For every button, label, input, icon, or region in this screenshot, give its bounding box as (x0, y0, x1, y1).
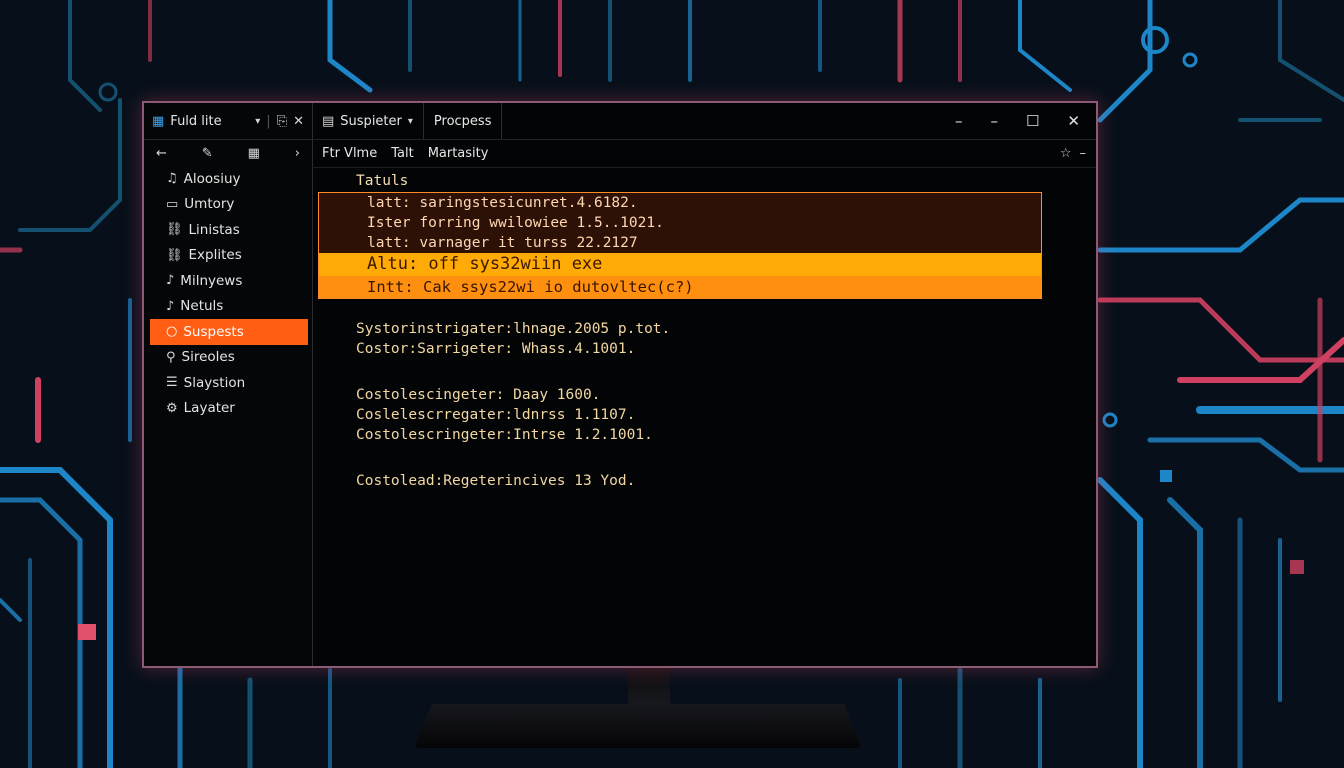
edit-icon[interactable]: ✎ (202, 146, 213, 161)
link-icon: ⛓ (166, 247, 183, 263)
alert-line[interactable]: Ister forring wwilowiee 1.5..1021. (319, 213, 1041, 233)
tab-label: Suspieter (340, 113, 402, 129)
tab-suspieter[interactable]: ▤ Suspieter ▾ (312, 103, 424, 139)
sidebar-nav: ← ✎ ▦ › (144, 140, 312, 166)
document-icon: ▤ (322, 113, 335, 129)
sidebar-item-slaystion[interactable]: ☰ Slaystion (144, 370, 312, 396)
sidebar-item-label: Umtory (184, 196, 235, 213)
log-line[interactable]: Costolead:Regeterincives 13 Yod. (356, 471, 1096, 491)
chevron-down-icon[interactable]: ▾ (408, 116, 413, 127)
music-note-icon: ♪ (166, 273, 175, 289)
divider: | (266, 113, 271, 129)
sidebar-item-sireoles[interactable]: ⚲ Sireoles (144, 345, 312, 371)
sidebar-item-suspests[interactable]: ○ Suspests (150, 319, 308, 345)
back-arrow-icon[interactable]: ← (156, 146, 167, 161)
maximize-icon[interactable]: ☐ (1026, 112, 1039, 130)
sidebar-item-label: Layater (183, 400, 235, 417)
chevron-down-icon[interactable]: ▾ (255, 116, 260, 127)
alert-box: latt: saringstesicunret.4.6182. Ister fo… (318, 192, 1042, 299)
sidebar-item-label: Linistas (188, 221, 240, 238)
app-window: ▦ Fuld lite ▾ | ⎘ ✕ ← ✎ ▦ › ♫ Aloosiuy ▭… (142, 101, 1098, 668)
monitor-stand (414, 704, 862, 748)
log-line[interactable]: Coslelescrregater:ldnrss 1.1107. (356, 405, 1096, 425)
tab-label: Procpess (433, 113, 492, 129)
sidebar-item-explites[interactable]: ⛓ Explites (144, 243, 312, 269)
circle-icon: ○ (166, 324, 178, 340)
highlighted-line[interactable]: Intt: Cak ssys22wi io dutovltec(c?) (319, 276, 1041, 298)
toolbar-item-talt[interactable]: Talt (391, 146, 413, 161)
star-icon[interactable]: ☆ (1060, 146, 1072, 161)
sidebar-item-aloosiuy[interactable]: ♫ Aloosiuy (144, 166, 312, 192)
main-panel: ▤ Suspieter ▾ Procpess – – ☐ ✕ Ftr Vlme … (312, 103, 1096, 666)
sidebar-item-label: Suspests (183, 323, 244, 340)
search-icon: ⚲ (166, 349, 176, 365)
sidebar-item-label: Slaystion (183, 374, 246, 391)
sidebar-item-milnyews[interactable]: ♪ Milnyews (144, 268, 312, 294)
copy-icon[interactable]: ⎘ (277, 114, 287, 129)
sidebar-title[interactable]: Fuld lite (170, 114, 249, 129)
window-controls: – – ☐ ✕ (955, 112, 1096, 130)
gear-icon: ⚙ (166, 400, 178, 416)
toolbar-item-filter[interactable]: Ftr Vlme (322, 146, 377, 161)
sidebar-item-netuls[interactable]: ♪ Netuls (144, 294, 312, 320)
minimize-icon[interactable]: – (955, 112, 963, 130)
link-icon: ⛓ (166, 222, 183, 238)
list-icon: ☰ (166, 375, 178, 391)
close-icon[interactable]: ✕ (1067, 112, 1080, 130)
sidebar-item-label: Sireoles (181, 349, 235, 366)
forward-arrow-icon[interactable]: › (295, 146, 300, 161)
sidebar-item-label: Milnyews (180, 272, 243, 289)
close-icon[interactable]: ✕ (293, 114, 304, 129)
toolbar-item-martasity[interactable]: Martasity (428, 146, 489, 161)
log-line[interactable]: Costolescringeter:Intrse 1.2.1001. (356, 425, 1096, 445)
sidebar-item-label: Aloosiuy (183, 170, 241, 187)
log-line[interactable]: Costolescingeter: Daay 1600. (356, 385, 1096, 405)
sidebar-item-label: Explites (188, 247, 242, 264)
folder-icon: ▭ (166, 196, 179, 212)
log-content: Tatuls latt: saringstesicunret.4.6182. I… (312, 168, 1096, 491)
restore-icon[interactable]: – (990, 112, 998, 130)
tab-procpess[interactable]: Procpess (424, 103, 503, 139)
sidebar-item-umtory[interactable]: ▭ Umtory (144, 192, 312, 218)
toolbar-right-actions: ☆ – (1060, 146, 1086, 161)
sidebar-item-linistas[interactable]: ⛓ Linistas (144, 217, 312, 243)
sidebar: ▦ Fuld lite ▾ | ⎘ ✕ ← ✎ ▦ › ♫ Aloosiuy ▭… (144, 103, 313, 666)
music-note-icon: ♫ (166, 171, 178, 187)
sidebar-header: ▦ Fuld lite ▾ | ⎘ ✕ (144, 103, 312, 140)
sidebar-item-label: Netuls (180, 298, 224, 315)
log-line[interactable]: Systorinstrigater:lhnage.2005 p.tot. (356, 319, 1096, 339)
log-line[interactable]: Costor:Sarrigeter: Whass.4.1001. (356, 339, 1096, 359)
alert-line[interactable]: latt: saringstesicunret.4.6182. (319, 193, 1041, 213)
alert-line[interactable]: latt: varnager it turss 22.2127 (319, 233, 1041, 253)
log-group: Systorinstrigater:lhnage.2005 p.tot. Cos… (312, 319, 1096, 491)
grid-view-icon[interactable]: ▦ (248, 146, 260, 161)
grid-logo-icon: ▦ (152, 113, 165, 129)
minus-icon[interactable]: – (1080, 146, 1087, 161)
sidebar-item-layater[interactable]: ⚙ Layater (144, 396, 312, 422)
tab-bar: ▤ Suspieter ▾ Procpess – – ☐ ✕ (312, 103, 1096, 140)
status-title: Tatuls (356, 173, 409, 189)
music-note-icon: ♪ (166, 298, 175, 314)
toolbar: Ftr Vlme Talt Martasity ☆ – (312, 140, 1096, 168)
highlighted-line[interactable]: Altu: off sys32wiin exe (319, 253, 1041, 276)
